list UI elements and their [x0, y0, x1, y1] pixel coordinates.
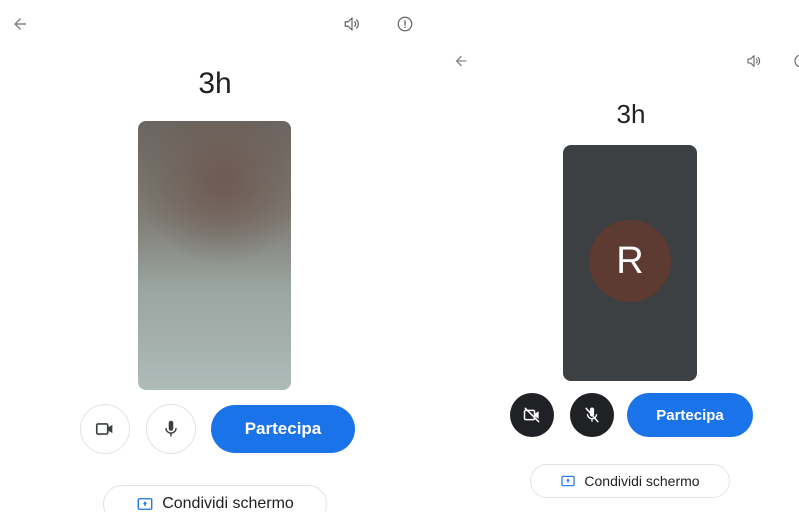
share-screen-label: Condividi schermo: [584, 473, 700, 489]
microphone-toggle-button[interactable]: [146, 404, 196, 454]
share-screen-label: Condividi schermo: [162, 495, 294, 512]
meeting-title: 3h: [198, 67, 232, 100]
meeting-title: 3h: [616, 99, 646, 129]
camera-toggle-button[interactable]: [80, 404, 130, 454]
camera-preview: R: [563, 145, 697, 381]
present-to-all-icon: [560, 473, 576, 489]
screen-left: 3h Partecipa Condividi schermo: [0, 0, 430, 512]
join-button[interactable]: Partecipa: [211, 405, 355, 453]
videocam-icon: [95, 423, 113, 435]
arrow-back-icon[interactable]: [8, 12, 32, 36]
videocam-off-icon: [523, 407, 540, 423]
info-icon[interactable]: [790, 50, 799, 72]
screen-right: 3h R Partecipa Condividi schermo: [430, 0, 799, 512]
arrow-back-icon[interactable]: [450, 50, 472, 72]
volume-icon[interactable]: [743, 50, 765, 72]
mic-icon: [165, 420, 177, 437]
camera-toggle-button[interactable]: [510, 393, 554, 437]
avatar: R: [589, 220, 671, 302]
share-screen-button[interactable]: Condividi schermo: [103, 485, 327, 512]
share-screen-button[interactable]: Condividi schermo: [530, 464, 730, 498]
mic-off-icon: [585, 407, 599, 423]
volume-icon[interactable]: [340, 12, 364, 36]
camera-preview: [138, 121, 291, 390]
present-to-all-icon: [136, 495, 154, 512]
info-icon[interactable]: [393, 12, 417, 36]
join-button[interactable]: Partecipa: [627, 393, 753, 437]
microphone-toggle-button[interactable]: [570, 393, 614, 437]
